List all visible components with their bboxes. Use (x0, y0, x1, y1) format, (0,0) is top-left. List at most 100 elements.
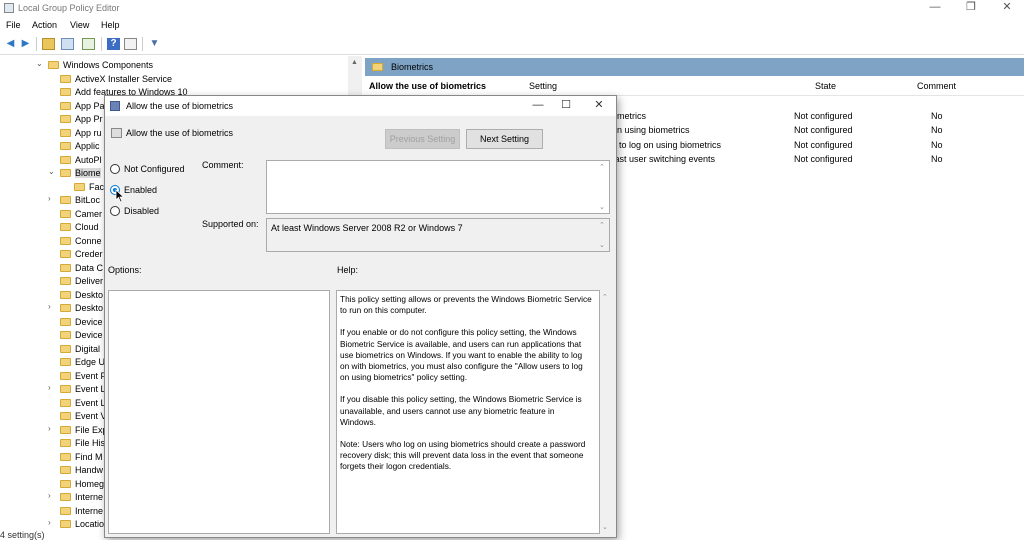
radio-label: Not Configured (124, 164, 185, 174)
chevron-right-icon[interactable]: › (48, 424, 57, 433)
folder-icon (60, 142, 71, 150)
folder-icon (60, 331, 71, 339)
folder-icon (60, 290, 71, 299)
mouse-cursor-icon (115, 189, 125, 203)
menu-help[interactable]: Help (101, 20, 120, 30)
maximize-button[interactable]: ❐ (954, 0, 988, 17)
right-pane-header: Biometrics (365, 58, 1024, 76)
settings-row[interactable]: fast user switching events Not configured… (612, 154, 1024, 168)
tree-item-label: AutoPl (75, 154, 102, 165)
policy-dialog: Allow the use of biometrics — ☐ ✕ Allow … (104, 95, 617, 538)
filter-icon[interactable]: ▼ (148, 38, 161, 50)
tree-item[interactable]: ⌄ Windows Components (36, 59, 348, 72)
toolbar-separator (101, 37, 102, 51)
column-setting[interactable]: Setting (529, 81, 557, 91)
next-setting-button[interactable]: Next Setting (466, 129, 543, 149)
folder-icon (372, 63, 383, 71)
radio-label: Disabled (124, 206, 160, 216)
radio-circle[interactable] (110, 164, 120, 174)
chevron-right-icon[interactable]: › (48, 302, 57, 311)
tree-item[interactable]: ActiveX Installer Service (48, 73, 348, 86)
supported-scrollbar[interactable]: ⌃ ⌄ (597, 219, 609, 251)
tree-item-label: Applic (75, 141, 100, 151)
folder-icon (60, 169, 71, 177)
column-comment[interactable]: Comment (917, 81, 956, 91)
previous-setting-button[interactable]: Previous Setting (385, 129, 460, 149)
tree-item-label: Data C (75, 262, 104, 273)
chevron-down-icon[interactable]: ⌄ (36, 59, 45, 68)
tree-item-label: File Exp (75, 424, 108, 435)
scroll-up-icon[interactable]: ⌃ (599, 221, 605, 229)
radio-circle[interactable] (110, 206, 120, 216)
dialog-close-button[interactable]: ✕ (584, 98, 614, 114)
tree-item-label: Fac (89, 181, 105, 192)
back-arrow-icon[interactable]: ◀ (4, 38, 17, 50)
properties-icon[interactable] (124, 38, 137, 50)
dialog-title-bar: Allow the use of biometrics — ☐ ✕ (105, 96, 616, 116)
chevron-right-icon[interactable]: › (48, 383, 57, 392)
scroll-up-icon[interactable]: ⌃ (602, 293, 608, 301)
cell-comment: No (931, 111, 943, 121)
folder-icon (60, 479, 71, 488)
forward-arrow-icon[interactable]: ▶ (19, 38, 32, 50)
dialog-maximize-button[interactable]: ☐ (551, 98, 581, 114)
folder-icon (60, 128, 71, 137)
tree-item-label: Deskto (75, 303, 104, 313)
scroll-up-icon[interactable]: ⌃ (599, 163, 605, 171)
folder-icon (60, 425, 71, 434)
options-panel (108, 290, 330, 534)
settings-row[interactable]: s to log on using biometrics Not configur… (612, 140, 1024, 154)
cell-comment: No (931, 125, 943, 136)
up-folder-icon[interactable] (42, 38, 55, 50)
dialog-minimize-button[interactable]: — (523, 98, 553, 114)
show-hide-tree-icon[interactable] (61, 38, 74, 50)
chevron-right-icon[interactable]: › (48, 491, 57, 500)
tree-item-label: Event L (75, 397, 106, 408)
folder-icon (74, 182, 85, 191)
toolbar-separator (142, 37, 143, 51)
folder-icon (60, 236, 71, 245)
folder-icon (60, 520, 71, 528)
column-state[interactable]: State (815, 81, 836, 91)
menu-action[interactable]: Action (32, 20, 57, 30)
cell-setting: s to log on using biometrics (612, 139, 722, 150)
comment-scrollbar[interactable]: ⌃ ⌄ (597, 161, 609, 213)
close-button[interactable]: ✕ (990, 0, 1024, 17)
folder-icon (60, 493, 71, 501)
tree-item-label: ActiveX Installer Service (75, 73, 173, 84)
scroll-down-icon[interactable]: ⌄ (599, 241, 605, 249)
minimize-button[interactable]: — (918, 0, 952, 17)
menu-file[interactable]: File (6, 20, 21, 30)
comment-field[interactable]: ⌃ ⌄ (266, 160, 610, 214)
help-icon[interactable]: ? (107, 38, 120, 50)
cell-comment: No (931, 153, 943, 164)
settings-row[interactable]: ometrics Not configured No (612, 111, 1024, 125)
tree-item-label: Cloud (75, 222, 99, 232)
folder-icon (60, 196, 71, 204)
cell-state: Not configured (794, 153, 853, 164)
help-paragraph: If you enable or do not configure this p… (340, 327, 583, 383)
folder-icon (60, 398, 71, 407)
cell-state: Not configured (794, 125, 853, 136)
chevron-down-icon[interactable]: ⌄ (48, 167, 57, 176)
menu-bar: File Action View Help (0, 17, 1024, 33)
chevron-right-icon[interactable]: › (48, 518, 57, 527)
help-scrollbar[interactable]: ⌃ ⌄ (600, 291, 612, 533)
tree-item-label: Digital (75, 343, 101, 354)
tree-item-label: Homeg (75, 478, 105, 489)
cell-setting: ometrics (612, 111, 647, 121)
column-header: Setting State Comment (517, 76, 1024, 96)
chevron-right-icon[interactable]: › (48, 194, 57, 203)
folder-icon (60, 371, 71, 380)
tree-item-label: Camer (75, 208, 103, 219)
export-list-icon[interactable] (82, 38, 95, 50)
folder-icon (60, 250, 71, 258)
help-label: Help: (337, 265, 359, 275)
settings-row[interactable]: on using biometrics Not configured No (612, 125, 1024, 139)
scroll-up-icon[interactable]: ▲ (351, 59, 358, 66)
tree-item-label: Event L (75, 384, 106, 394)
tree-item-label: Deliver (75, 276, 104, 286)
menu-view[interactable]: View (70, 20, 89, 30)
scroll-down-icon[interactable]: ⌄ (602, 523, 608, 531)
scroll-down-icon[interactable]: ⌄ (599, 203, 605, 211)
